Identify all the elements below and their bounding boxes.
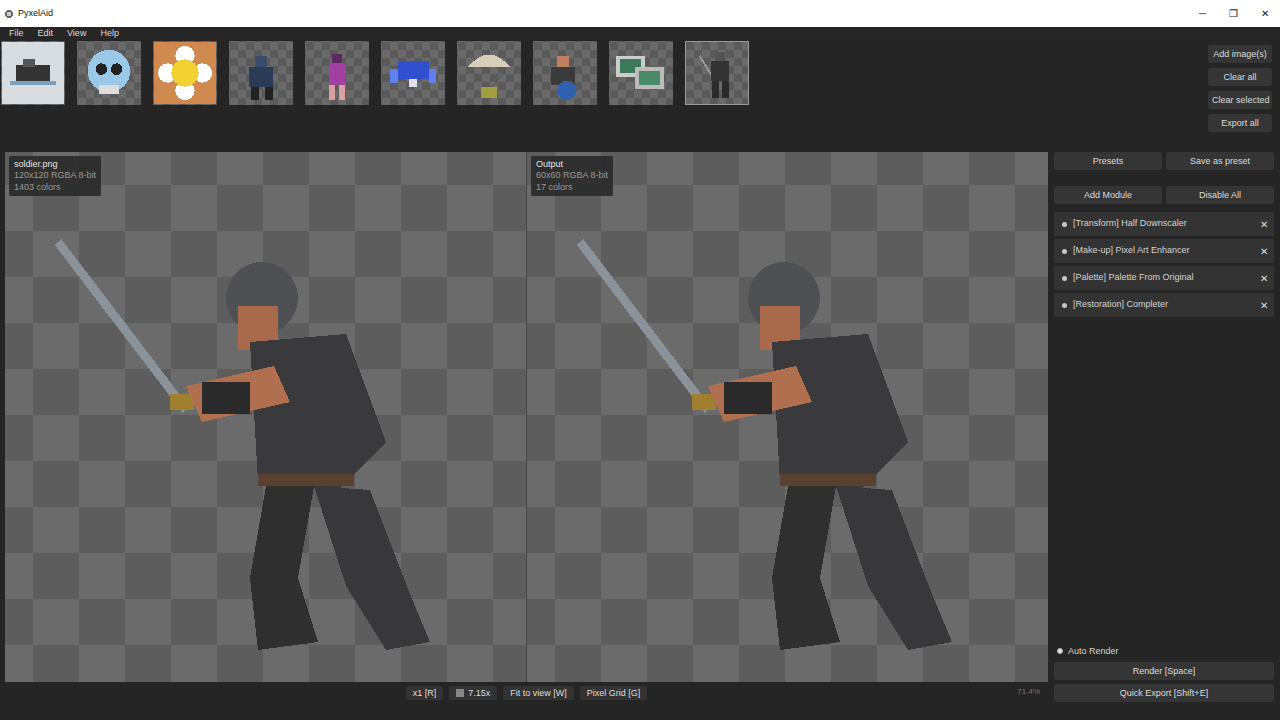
- module-toggle[interactable]: [1062, 222, 1067, 227]
- image-name: soldier.png: [14, 159, 96, 170]
- sprite-thumbnail-icon: [154, 42, 216, 104]
- module-toggle[interactable]: [1062, 303, 1067, 308]
- view-bar: x1 [R] 7.15x Fit to view [W] Pixel Grid [G]…: [5, 682, 1048, 702]
- add-module-button[interactable]: Add Module: [1054, 186, 1162, 204]
- menu-item[interactable]: File: [9, 27, 24, 41]
- menu-item[interactable]: Edit: [38, 27, 54, 41]
- quick-export-button[interactable]: Quick Export [Shift+E]: [1054, 684, 1274, 702]
- module-item[interactable]: [Palette] Palette From Original ✕: [1054, 266, 1274, 290]
- thumbnail[interactable]: [381, 41, 445, 105]
- image-dimensions: 60x60 RGBA 8-bit: [536, 170, 608, 181]
- image-action-button[interactable]: Add image(s): [1208, 45, 1272, 63]
- app-icon: [4, 9, 14, 19]
- preset-buttons: PresetsSave as preset: [1054, 152, 1274, 170]
- remove-module-button[interactable]: ✕: [1260, 271, 1268, 286]
- menu-item[interactable]: View: [67, 27, 86, 41]
- auto-render-radio[interactable]: [1057, 648, 1063, 654]
- sprite-thumbnail-icon: [534, 42, 596, 104]
- module-item[interactable]: [Restoration] Completer ✕: [1054, 293, 1274, 317]
- window-control[interactable]: ❐: [1218, 6, 1249, 21]
- title-bar: PyxelAid ─❐✕: [0, 0, 1280, 27]
- window-control[interactable]: ✕: [1249, 6, 1280, 21]
- thumbnail[interactable]: [153, 41, 217, 105]
- thumbnail[interactable]: [457, 41, 521, 105]
- image-colors: 17 colors: [536, 182, 608, 193]
- image-canvas[interactable]: Output60x60 RGBA 8-bit17 colors: [527, 152, 1048, 682]
- thumbnail[interactable]: [609, 41, 673, 105]
- module-item[interactable]: [Transform] Half Downscaler ✕: [1054, 212, 1274, 236]
- thumbnail-list: [0, 41, 749, 152]
- image-dimensions: 120x120 RGBA 8-bit: [14, 170, 96, 181]
- auto-render-toggle[interactable]: Auto Render: [1054, 645, 1274, 659]
- sprite-thumbnail-icon: [686, 42, 748, 104]
- soldier-sprite-icon: [548, 194, 1028, 674]
- zoom-value: 7.15x: [468, 688, 490, 699]
- sprite-thumbnail-icon: [610, 42, 672, 104]
- sprite-thumbnail-icon: [230, 42, 292, 104]
- image-strip: Add image(s) Clear all Clear selected Expor…: [0, 40, 1280, 152]
- menu-bar: File Edit View Help: [0, 27, 1280, 40]
- thumbnail[interactable]: [229, 41, 293, 105]
- image-action-button[interactable]: Clear selected: [1208, 91, 1272, 109]
- thumbnail[interactable]: [305, 41, 369, 105]
- image-action-button[interactable]: Clear all: [1208, 68, 1272, 86]
- sprite-thumbnail-icon: [78, 42, 140, 104]
- thumbnail[interactable]: [533, 41, 597, 105]
- module-label: [Palette] Palette From Original: [1073, 271, 1254, 285]
- module-item[interactable]: [Make-up] Pixel Art Enhancer ✕: [1054, 239, 1274, 263]
- image-info-badge: Output60x60 RGBA 8-bit17 colors: [531, 156, 613, 196]
- module-panel: PresetsSave as presetAdd ModuleDisable A…: [1054, 152, 1280, 720]
- image-action-button[interactable]: Export all: [1208, 114, 1272, 132]
- render-button[interactable]: Render [Space]: [1054, 662, 1274, 680]
- image-name: Output: [536, 159, 608, 170]
- disable-all-button[interactable]: Disable All: [1166, 186, 1274, 204]
- module-buttons: Add ModuleDisable All: [1054, 186, 1274, 204]
- menu-item[interactable]: Help: [100, 27, 119, 41]
- image-actions: Add image(s) Clear all Clear selected Expor…: [1208, 41, 1280, 152]
- auto-render-label: Auto Render: [1068, 645, 1119, 659]
- remove-module-button[interactable]: ✕: [1260, 244, 1268, 259]
- module-toggle[interactable]: [1062, 276, 1067, 281]
- module-list: [Transform] Half Downscaler✕[Make-up] Pi…: [1054, 212, 1274, 317]
- sprite-thumbnail-icon: [382, 42, 444, 104]
- render-percent: 71.4%: [1017, 686, 1040, 698]
- window-control[interactable]: ─: [1187, 6, 1218, 21]
- module-label: [Make-up] Pixel Art Enhancer: [1073, 244, 1254, 258]
- render-controls: Auto Render Render [Space] Quick Export [S…: [1054, 645, 1274, 720]
- thumbnail[interactable]: [77, 41, 141, 105]
- thumbnail[interactable]: [685, 41, 749, 105]
- sprite-thumbnail-icon: [2, 42, 64, 104]
- soldier-sprite-icon: [26, 194, 506, 674]
- preview-area: soldier.png120x120 RGBA 8-bit1403 colors…: [0, 152, 1048, 720]
- zoom-reset-button[interactable]: x1 [R]: [406, 686, 444, 701]
- canvases: soldier.png120x120 RGBA 8-bit1403 colors…: [5, 152, 1048, 682]
- module-label: [Restoration] Completer: [1073, 298, 1254, 312]
- remove-module-button[interactable]: ✕: [1260, 217, 1268, 232]
- image-canvas[interactable]: soldier.png120x120 RGBA 8-bit1403 colors: [5, 152, 526, 682]
- image-info-badge: soldier.png120x120 RGBA 8-bit1403 colors: [9, 156, 101, 196]
- fit-view-button[interactable]: Fit to view [W]: [503, 686, 574, 701]
- workspace: soldier.png120x120 RGBA 8-bit1403 colors…: [0, 152, 1280, 720]
- thumbnail[interactable]: [1, 41, 65, 105]
- save-preset-button[interactable]: Save as preset: [1166, 152, 1274, 170]
- pixel-grid-button[interactable]: Pixel Grid [G]: [580, 686, 648, 701]
- window-title: PyxelAid: [18, 7, 53, 21]
- sprite-thumbnail-icon: [306, 42, 368, 104]
- presets-button[interactable]: Presets: [1054, 152, 1162, 170]
- swatch-icon: [456, 689, 464, 697]
- image-colors: 1403 colors: [14, 182, 96, 193]
- zoom-field[interactable]: 7.15x: [449, 686, 497, 701]
- remove-module-button[interactable]: ✕: [1260, 298, 1268, 313]
- sprite-thumbnail-icon: [458, 42, 520, 104]
- module-label: [Transform] Half Downscaler: [1073, 217, 1254, 231]
- module-toggle[interactable]: [1062, 249, 1067, 254]
